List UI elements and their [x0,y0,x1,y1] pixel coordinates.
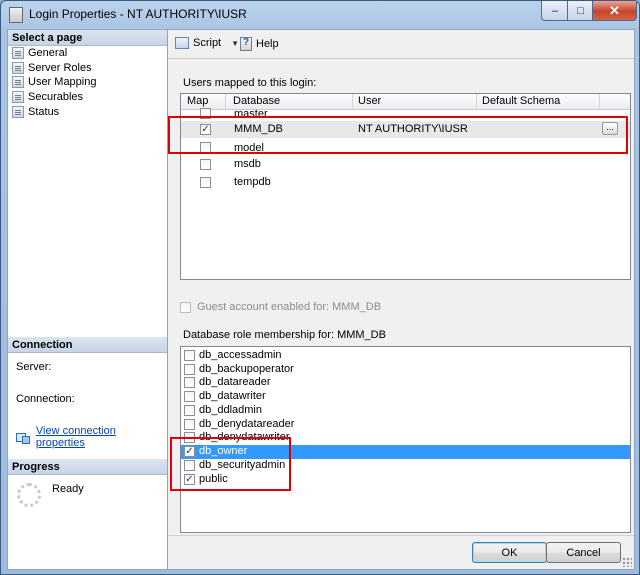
progress-header: Progress [8,459,167,475]
highlight-box-mmm-db-row [168,116,628,154]
maximize-button[interactable]: □ [567,1,594,21]
page-item-label: Status [28,106,60,118]
role-name: db_datareader [199,376,271,388]
map-checkbox[interactable] [200,159,211,170]
window-title: Login Properties - NT AUTHORITY\IUSR [29,7,247,21]
cancel-button[interactable]: Cancel [546,542,621,563]
help-label: Help [256,38,279,50]
table-row[interactable]: tempdb [181,174,630,191]
page-item-securables[interactable]: Securables [12,90,83,104]
close-button[interactable]: ✕ [592,1,637,21]
script-label: Script [193,37,222,49]
guest-account-label: Guest account enabled for: MMM_DB [197,301,382,313]
role-name: db_accessadmin [199,349,282,361]
list-item[interactable]: db_datareader [181,376,630,390]
list-item[interactable]: db_datawriter [181,390,630,404]
role-name: db_backupoperator [199,363,294,375]
highlight-box-roles [170,437,291,491]
users-mapped-label: Users mapped to this login: [183,77,317,89]
role-checkbox[interactable] [184,405,195,416]
page-item-label: Securables [28,91,84,103]
role-checkbox[interactable] [184,419,195,430]
role-checkbox[interactable] [184,350,195,361]
page-item-server-roles[interactable]: Server Roles [12,61,92,75]
page-icon [12,91,24,103]
role-checkbox[interactable] [184,364,195,375]
chevron-down-icon[interactable]: ▼ [231,39,239,48]
login-properties-window: Login Properties - NT AUTHORITY\IUSR – □… [0,0,640,575]
table-row[interactable]: msdb [181,156,630,173]
connection-properties-icon [16,431,30,444]
dialog-client-area: Select a page General Server Roles User … [7,29,635,570]
ok-button[interactable]: OK [472,542,547,563]
list-item[interactable]: db_ddladmin [181,404,630,418]
window-app-icon [9,7,23,23]
view-connection-properties-link[interactable]: View connection properties [36,425,167,449]
database-cell: msdb [234,158,261,170]
footer-separator [168,535,634,536]
progress-status: Ready [52,483,84,495]
page-item-label: Server Roles [28,62,92,74]
list-item[interactable]: db_accessadmin [181,349,630,363]
progress-spinner-icon [17,483,41,507]
script-icon [175,37,189,49]
role-membership-label: Database role membership for: MMM_DB [183,329,386,341]
page-item-label: User Mapping [28,76,97,88]
script-button[interactable]: Script ▼ [175,37,239,49]
role-name: db_datawriter [199,390,266,402]
role-checkbox[interactable] [184,391,195,402]
left-panel: Select a page General Server Roles User … [8,30,168,569]
role-name: db_ddladmin [199,404,262,416]
select-page-header: Select a page [8,30,167,46]
guest-account-option: Guest account enabled for: MMM_DB [180,301,381,313]
map-checkbox[interactable] [200,177,211,188]
page-icon [12,47,24,59]
list-item[interactable]: db_backupoperator [181,363,630,377]
view-connection-properties[interactable]: View connection properties [16,425,167,449]
page-item-user-mapping[interactable]: User Mapping [12,75,96,89]
title-bar[interactable]: Login Properties - NT AUTHORITY\IUSR – □… [1,1,639,27]
page-icon [12,106,24,118]
guest-account-checkbox[interactable] [180,301,191,313]
page-item-general[interactable]: General [12,46,67,60]
minimize-button[interactable]: – [541,1,569,21]
list-item[interactable]: db_denydatareader [181,418,630,432]
database-cell: tempdb [234,176,271,188]
help-icon [240,37,252,51]
page-icon [12,76,24,88]
page-item-label: General [28,47,68,59]
toolbar: Script ▼ Help [168,30,634,59]
connection-label: Connection: [16,393,75,405]
page-icon [12,62,24,74]
page-item-status[interactable]: Status [12,105,59,119]
help-button[interactable]: Help [240,37,279,51]
role-checkbox[interactable] [184,377,195,388]
resize-grip-icon[interactable] [622,557,632,567]
role-name: db_denydatareader [199,418,295,430]
server-label: Server: [16,361,52,373]
connection-header: Connection [8,337,167,353]
